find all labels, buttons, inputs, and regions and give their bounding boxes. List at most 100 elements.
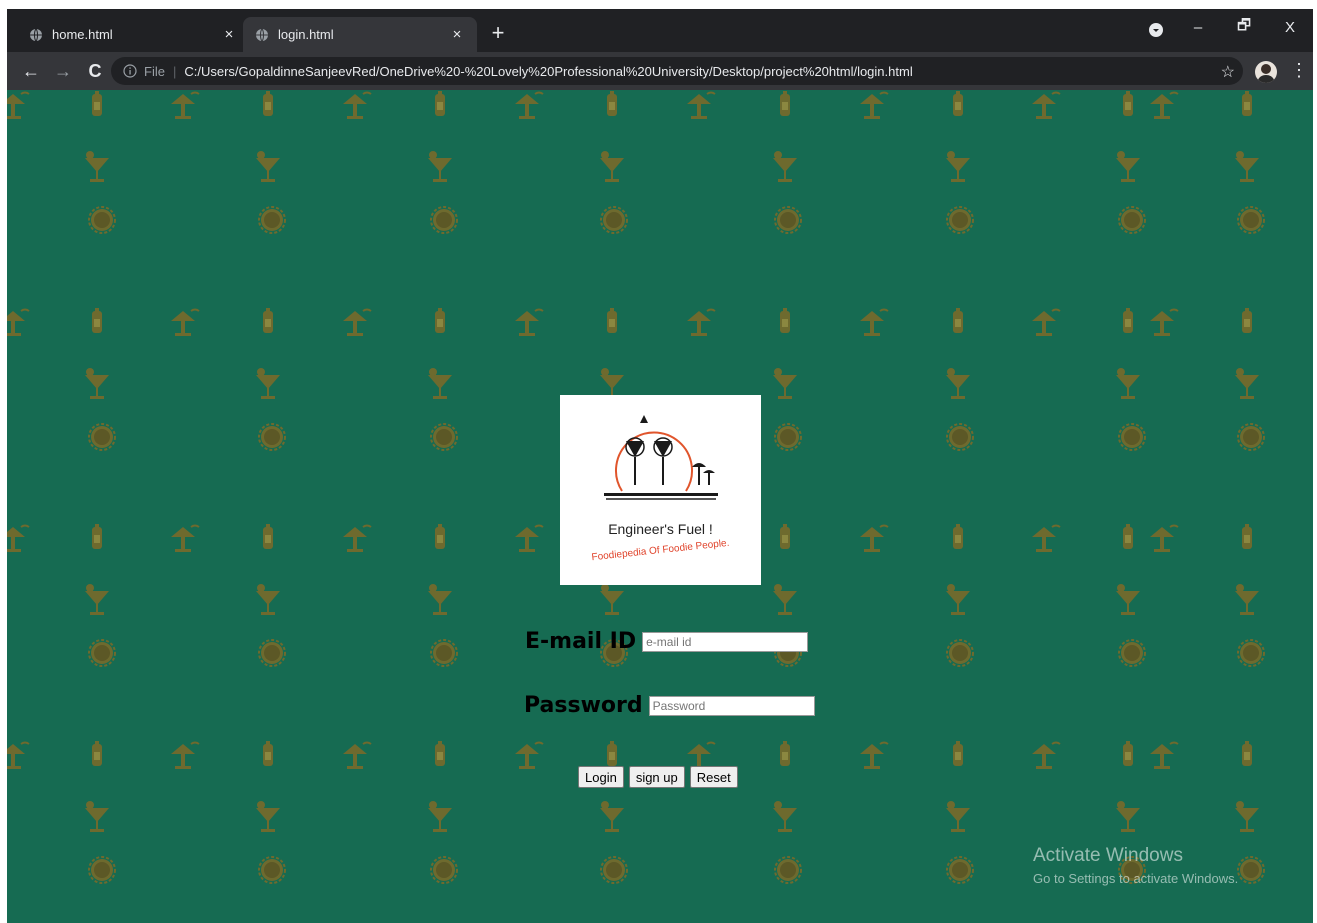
- tab-title: login.html: [278, 27, 334, 42]
- bottle-icon: [953, 91, 963, 116]
- bottle-icon: [780, 524, 790, 549]
- tiki-icon: [859, 91, 889, 120]
- cocktail-icon: [256, 584, 280, 615]
- sun-icon: [430, 639, 458, 667]
- sun-icon: [600, 856, 628, 884]
- cocktail-icon: [428, 584, 452, 615]
- more-menu-icon[interactable]: ⋮: [1290, 60, 1308, 81]
- minimize-button[interactable]: –: [1175, 19, 1221, 36]
- cocktail-icon: [1235, 368, 1259, 399]
- sun-icon: [774, 423, 802, 451]
- cocktail-icon: [1116, 584, 1140, 615]
- tiki-icon: [859, 741, 889, 770]
- login-button[interactable]: Login: [578, 766, 624, 788]
- bottle-icon: [1242, 91, 1252, 116]
- email-input[interactable]: [642, 631, 809, 652]
- sun-icon: [1118, 639, 1146, 667]
- sun-icon: [600, 206, 628, 234]
- tiki-icon: [1031, 91, 1061, 120]
- signup-button[interactable]: sign up: [628, 766, 685, 788]
- tab-home[interactable]: home.html ×: [17, 17, 249, 52]
- bottle-icon: [1123, 308, 1133, 333]
- tiki-icon: [1031, 741, 1061, 770]
- password-label: Password: [524, 693, 643, 718]
- cocktail-icon: [428, 368, 452, 399]
- bottle-icon: [435, 524, 445, 549]
- sun-icon: [946, 206, 974, 234]
- email-label: E-mail ID: [525, 629, 637, 654]
- cocktail-icon: [85, 368, 109, 399]
- cocktail-icon: [946, 151, 970, 182]
- password-input[interactable]: [648, 695, 815, 716]
- cocktail-icon: [1235, 151, 1259, 182]
- bottle-icon: [1242, 308, 1252, 333]
- cocktail-icon: [85, 151, 109, 182]
- reset-button[interactable]: Reset: [689, 766, 738, 788]
- info-icon[interactable]: [123, 64, 137, 78]
- close-tab-icon[interactable]: ×: [221, 26, 237, 43]
- sun-icon: [430, 423, 458, 451]
- tiki-icon: [514, 524, 544, 553]
- tiki-icon: [170, 741, 200, 770]
- back-button[interactable]: ←: [19, 59, 43, 83]
- bottle-icon: [435, 741, 445, 766]
- bottle-icon: [92, 524, 102, 549]
- tiki-icon: [1031, 524, 1061, 553]
- sun-icon: [88, 423, 116, 451]
- tiki-icon: [859, 524, 889, 553]
- cocktail-icon: [1116, 151, 1140, 182]
- sun-icon: [1118, 206, 1146, 234]
- restore-button[interactable]: 🗗: [1221, 15, 1267, 40]
- cocktail-icon: [1235, 801, 1259, 832]
- sun-icon: [88, 856, 116, 884]
- bottle-icon: [780, 741, 790, 766]
- tiki-icon: [7, 524, 30, 553]
- tiki-icon: [1149, 91, 1179, 120]
- tiki-icon: [686, 91, 716, 120]
- tiki-icon: [1149, 524, 1179, 553]
- logo: Engineer's Fuel ! Foodiepedia Of Foodie …: [560, 395, 761, 585]
- tiki-icon: [514, 741, 544, 770]
- bottle-icon: [953, 741, 963, 766]
- bottle-icon: [263, 524, 273, 549]
- tiki-icon: [7, 741, 30, 770]
- bottle-icon: [1242, 741, 1252, 766]
- password-row: Password: [524, 693, 815, 718]
- bottle-icon: [92, 91, 102, 116]
- bookmark-star-icon[interactable]: ☆: [1221, 62, 1235, 82]
- bottle-icon: [1242, 524, 1252, 549]
- reload-button[interactable]: C: [83, 59, 107, 83]
- cocktail-icon: [946, 368, 970, 399]
- sun-icon: [946, 639, 974, 667]
- cocktail-icon: [946, 584, 970, 615]
- tab-search-icon[interactable]: [1148, 22, 1164, 38]
- cocktail-icon: [773, 151, 797, 182]
- cocktail-icon: [256, 801, 280, 832]
- sun-icon: [1237, 856, 1265, 884]
- cocktail-icon: [256, 151, 280, 182]
- form-buttons: Login sign up Reset: [578, 766, 738, 788]
- logo-graphic: [604, 415, 718, 500]
- bottle-icon: [92, 308, 102, 333]
- cocktail-icon: [85, 584, 109, 615]
- forward-button[interactable]: →: [51, 59, 75, 83]
- logo-tagline: Foodiepedia Of Foodie People.: [591, 537, 730, 564]
- cocktail-icon: [428, 151, 452, 182]
- tiki-icon: [1149, 741, 1179, 770]
- close-tab-icon[interactable]: ×: [449, 26, 465, 43]
- close-window-button[interactable]: X: [1267, 19, 1313, 36]
- url-text[interactable]: C:/Users/GopaldinneSanjeevRed/OneDrive%2…: [184, 64, 912, 79]
- tab-title: home.html: [52, 27, 113, 42]
- sun-icon: [88, 639, 116, 667]
- cocktail-icon: [773, 584, 797, 615]
- email-row: E-mail ID: [525, 629, 809, 654]
- sun-icon: [430, 206, 458, 234]
- address-bar[interactable]: File | C:/Users/GopaldinneSanjeevRed/One…: [111, 57, 1243, 85]
- new-tab-button[interactable]: +: [486, 18, 510, 48]
- tab-login[interactable]: login.html ×: [243, 17, 477, 52]
- bottle-icon: [953, 524, 963, 549]
- bottle-icon: [263, 741, 273, 766]
- cocktail-icon: [1235, 584, 1259, 615]
- logo-name: Engineer's Fuel !: [608, 521, 713, 537]
- avatar[interactable]: [1255, 61, 1277, 83]
